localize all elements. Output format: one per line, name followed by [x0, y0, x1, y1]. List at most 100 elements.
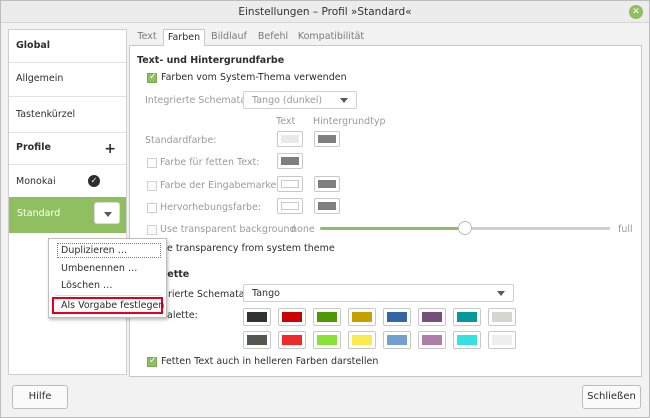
- palette-color-button[interactable]: [348, 331, 376, 349]
- sidebar: Global Allgemein Tastenkürzel Profile + …: [8, 29, 127, 375]
- sidebar-divider: [9, 132, 126, 133]
- color-swatch: [247, 335, 267, 345]
- highlight-color-checkbox[interactable]: [147, 203, 157, 213]
- palette-color-button[interactable]: [418, 331, 446, 349]
- cursor-color-label: Farbe der Eingabemarke:: [160, 180, 280, 191]
- title-bar: Einstellungen – Profil »Standard« ✕: [1, 1, 649, 23]
- close-window-icon[interactable]: ✕: [629, 5, 643, 19]
- section-title-palette: lette: [164, 269, 190, 280]
- close-button[interactable]: Schließen: [582, 385, 641, 409]
- cursor-background-color-button[interactable]: [314, 176, 340, 192]
- color-swatch: [318, 202, 336, 210]
- menu-item-rename[interactable]: Umbenennen …: [61, 263, 137, 274]
- tab-befehl[interactable]: Befehl: [253, 29, 293, 46]
- palette-color-button[interactable]: [488, 331, 516, 349]
- menu-item-set-as-default[interactable]: Als Vorgabe festlegen: [61, 300, 164, 311]
- palette-label: alette:: [167, 310, 198, 321]
- palette-color-button[interactable]: [488, 308, 516, 326]
- transparent-background-checkbox[interactable]: [147, 225, 157, 235]
- color-swatch: [352, 312, 372, 322]
- chevron-down-icon: [340, 98, 348, 103]
- palette-color-button[interactable]: [313, 308, 341, 326]
- tab-farben[interactable]: Farben: [163, 29, 205, 46]
- default-background-color-button[interactable]: [314, 131, 340, 147]
- menu-item-delete[interactable]: Löschen …: [61, 280, 113, 291]
- builtin-schemes-select[interactable]: Tango (dunkel): [243, 91, 357, 109]
- bold-color-label: Farbe für fetten Text:: [160, 157, 260, 168]
- palette-color-button[interactable]: [383, 308, 411, 326]
- color-swatch: [281, 135, 299, 143]
- palette-color-button[interactable]: [278, 331, 306, 349]
- transparency-slider-rest: [466, 227, 610, 230]
- preferences-window: Einstellungen – Profil »Standard« ✕ Glob…: [0, 0, 650, 418]
- menu-item-duplicate[interactable]: Duplizieren …: [61, 245, 127, 256]
- color-swatch: [457, 335, 477, 345]
- bold-bright-label: Fetten Text auch in helleren Farben dars…: [161, 356, 379, 367]
- palette-color-button[interactable]: [243, 331, 271, 349]
- cursor-color-checkbox[interactable]: [147, 181, 157, 191]
- palette-color-button[interactable]: [453, 308, 481, 326]
- sidebar-divider: [9, 62, 126, 63]
- sidebar-item-tastenkuerzel[interactable]: Tastenkürzel: [9, 109, 126, 120]
- color-swatch: [281, 180, 299, 188]
- highlight-background-color-button[interactable]: [314, 198, 340, 214]
- tab-bildlauf[interactable]: Bildlauf: [207, 29, 251, 46]
- sidebar-header-global: Global: [16, 40, 51, 51]
- profile-menu-button[interactable]: [94, 202, 120, 224]
- use-system-theme-checkbox[interactable]: [147, 72, 157, 83]
- palette-color-button[interactable]: [348, 308, 376, 326]
- transparency-slider-handle[interactable]: [458, 221, 472, 235]
- palette-color-button[interactable]: [418, 308, 446, 326]
- bold-color-checkbox[interactable]: [147, 158, 157, 168]
- palette-color-button[interactable]: [313, 331, 341, 349]
- highlight-text-color-button[interactable]: [277, 198, 303, 214]
- palette-color-button[interactable]: [278, 308, 306, 326]
- profile-context-menu: Duplizieren … Umbenennen … Löschen … Als…: [48, 238, 167, 318]
- color-swatch: [492, 312, 512, 322]
- section-title-text-background: Text- und Hintergrundfarbe: [137, 55, 285, 66]
- window-title: Einstellungen – Profil »Standard«: [238, 6, 412, 18]
- transparency-system-label: se transparency from system theme: [162, 243, 335, 254]
- color-swatch: [422, 312, 442, 322]
- help-button[interactable]: Hilfe: [12, 385, 68, 409]
- color-swatch: [318, 135, 336, 143]
- slider-min-label: none: [291, 224, 315, 235]
- chevron-down-icon: [497, 291, 505, 296]
- column-header-text: Text: [276, 116, 296, 127]
- sidebar-item-monokai[interactable]: Monokai ✓: [9, 175, 126, 187]
- palette-color-button[interactable]: [453, 331, 481, 349]
- cursor-text-color-button[interactable]: [277, 176, 303, 192]
- color-swatch: [282, 312, 302, 322]
- color-swatch: [317, 312, 337, 322]
- sidebar-divider: [9, 164, 126, 165]
- color-swatch: [317, 335, 337, 345]
- tab-kompatibilitaet[interactable]: Kompatibilität: [295, 29, 367, 46]
- palette-color-button[interactable]: [243, 308, 271, 326]
- add-profile-icon[interactable]: +: [104, 142, 116, 156]
- default-profile-check-icon: ✓: [88, 175, 100, 187]
- sidebar-divider: [9, 96, 126, 97]
- profiles-header-label: Profile: [16, 142, 51, 153]
- tab-bar: Text Farben Bildlauf Befehl Kompatibilit…: [129, 29, 642, 46]
- builtin-schemes-label: Integrierte Schemata:: [145, 95, 250, 106]
- transparent-background-label: Use transparent background: [160, 224, 296, 235]
- color-swatch: [387, 312, 407, 322]
- slider-max-label: full: [618, 224, 633, 235]
- tab-text[interactable]: Text: [131, 29, 163, 46]
- color-swatch: [352, 335, 372, 345]
- color-swatch: [492, 335, 512, 345]
- palette-color-button[interactable]: [383, 331, 411, 349]
- bold-bright-checkbox[interactable]: [147, 356, 157, 367]
- sidebar-item-standard[interactable]: Standard: [9, 197, 126, 233]
- use-system-theme-label: Farben vom System-Thema verwenden: [161, 72, 347, 83]
- highlight-color-label: Hervorhebungsfarbe:: [160, 202, 262, 213]
- profile-label: Monokai: [16, 176, 56, 187]
- palette-schemes-label: rierte Schemata:: [168, 289, 248, 300]
- default-text-color-button[interactable]: [277, 131, 303, 147]
- sidebar-item-allgemein[interactable]: Allgemein: [9, 73, 126, 84]
- chevron-down-icon: [104, 212, 112, 217]
- bold-color-button[interactable]: [277, 153, 303, 169]
- color-swatch: [281, 157, 299, 165]
- palette-schemes-select[interactable]: Tango: [243, 284, 514, 302]
- menu-separator: [55, 295, 161, 296]
